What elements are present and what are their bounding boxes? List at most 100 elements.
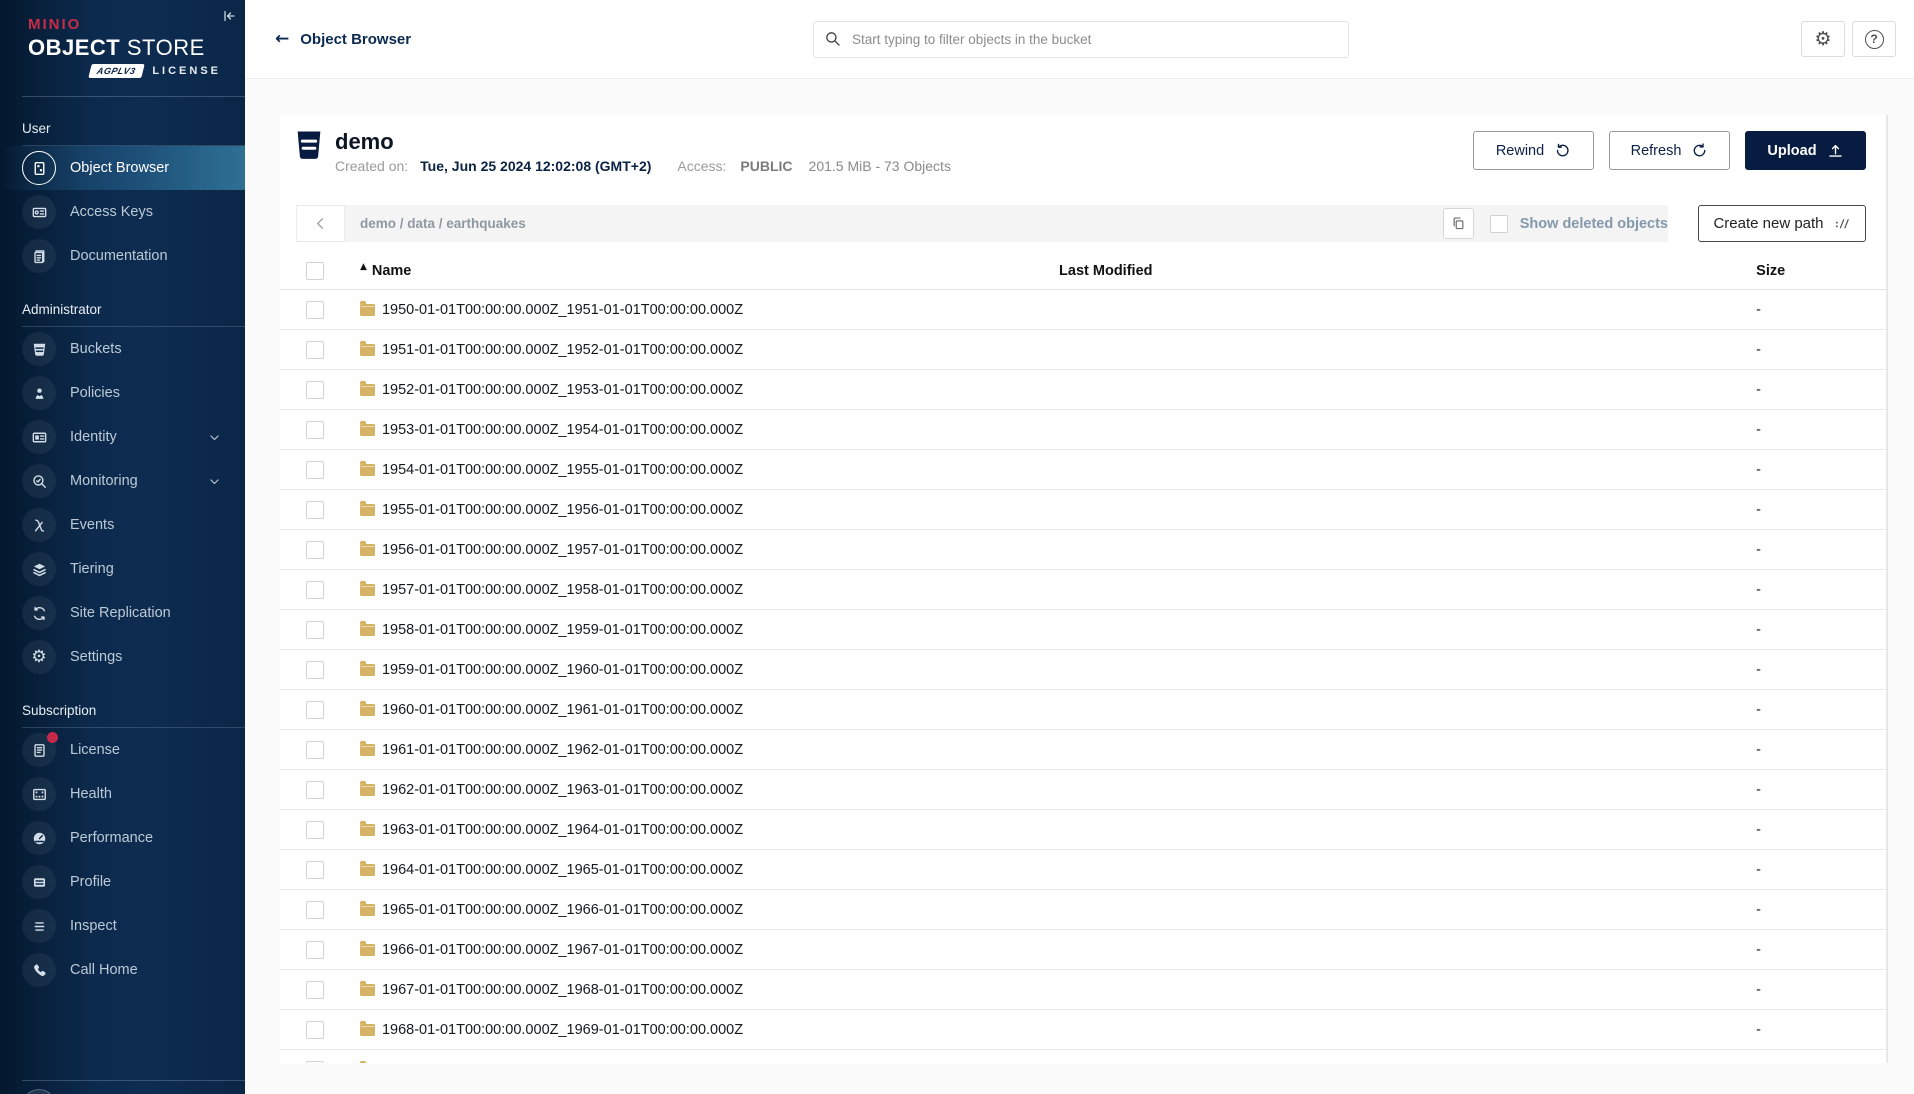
table-row[interactable]: 1951-01-01T00:00:00.000Z_1952-01-01T00:0…	[280, 330, 1886, 370]
policies-icon	[22, 376, 56, 410]
sidebar-item-monitoring[interactable]: Monitoring	[0, 459, 245, 503]
sidebar-item-policies[interactable]: Policies	[0, 371, 245, 415]
table-row[interactable]: 1965-01-01T00:00:00.000Z_1966-01-01T00:0…	[280, 890, 1886, 930]
upload-button[interactable]: Upload	[1745, 131, 1866, 170]
path-back-button[interactable]	[296, 205, 345, 242]
row-checkbox[interactable]	[306, 901, 324, 919]
object-size: -	[1756, 342, 1866, 358]
table-row[interactable]: 1954-01-01T00:00:00.000Z_1955-01-01T00:0…	[280, 450, 1886, 490]
chevron-down-icon	[208, 431, 221, 444]
search-input[interactable]	[813, 21, 1349, 58]
table-row[interactable]: 1964-01-01T00:00:00.000Z_1965-01-01T00:0…	[280, 850, 1886, 890]
health-icon	[22, 777, 56, 811]
column-header-name[interactable]: ▲ Name	[360, 263, 1059, 279]
refresh-button[interactable]: Refresh	[1609, 131, 1730, 170]
bucket-header: demo Created on: Tue, Jun 25 2024 12:02:…	[280, 129, 1886, 191]
sidebar-item-identity[interactable]: Identity	[0, 415, 245, 459]
table-row[interactable]: 1957-01-01T00:00:00.000Z_1958-01-01T00:0…	[280, 570, 1886, 610]
object-size: -	[1756, 902, 1866, 918]
row-checkbox[interactable]	[306, 941, 324, 959]
row-checkbox[interactable]	[306, 421, 324, 439]
sidebar-item-profile[interactable]: Profile	[0, 860, 245, 904]
table-row[interactable]: 1960-01-01T00:00:00.000Z_1961-01-01T00:0…	[280, 690, 1886, 730]
sidebar-item-tiering[interactable]: Tiering	[0, 547, 245, 591]
sidebar-item-license[interactable]: License	[0, 728, 245, 772]
row-checkbox[interactable]	[306, 581, 324, 599]
settings-button[interactable]: ⚙	[1801, 21, 1845, 57]
create-new-path-button[interactable]: Create new path	[1698, 205, 1866, 242]
row-checkbox[interactable]	[306, 701, 324, 719]
show-deleted-checkbox[interactable]	[1490, 215, 1508, 233]
row-checkbox[interactable]	[306, 661, 324, 679]
sidebar-item-health[interactable]: Health	[0, 772, 245, 816]
access-label: Access:	[677, 158, 726, 174]
topbar-actions: ⚙ ?	[1801, 21, 1896, 57]
gear-icon: ⚙	[1814, 30, 1831, 49]
object-size: -	[1756, 462, 1866, 478]
back-to-object-browser[interactable]: ← Object Browser	[275, 31, 411, 48]
sidebar-item-site-replication[interactable]: Site Replication	[0, 591, 245, 635]
row-checkbox[interactable]	[306, 981, 324, 999]
table-row[interactable]: 1952-01-01T00:00:00.000Z_1953-01-01T00:0…	[280, 370, 1886, 410]
folder-icon	[360, 744, 375, 756]
table-row[interactable]: 1959-01-01T00:00:00.000Z_1960-01-01T00:0…	[280, 650, 1886, 690]
object-name: 1969-01-01T00:00:00.000Z_1970-01-01T00:0…	[382, 1062, 743, 1064]
sidebar-item-settings[interactable]: ⚙ Settings	[0, 635, 245, 679]
row-checkbox[interactable]	[306, 381, 324, 399]
column-header-size[interactable]: Size	[1756, 263, 1866, 279]
created-value: Tue, Jun 25 2024 12:02:08 (GMT+2)	[420, 158, 651, 174]
help-button[interactable]: ?	[1852, 21, 1896, 57]
buckets-icon	[22, 332, 56, 366]
table-row[interactable]: 1953-01-01T00:00:00.000Z_1954-01-01T00:0…	[280, 410, 1886, 450]
table-row[interactable]: 1956-01-01T00:00:00.000Z_1957-01-01T00:0…	[280, 530, 1886, 570]
row-checkbox[interactable]	[306, 1061, 324, 1064]
sidebar-item-buckets[interactable]: Buckets	[0, 327, 245, 371]
folder-icon	[360, 424, 375, 436]
table-row[interactable]: 1969-01-01T00:00:00.000Z_1970-01-01T00:0…	[280, 1050, 1886, 1063]
sidebar-item-access-keys[interactable]: Access Keys	[0, 190, 245, 234]
copy-path-button[interactable]	[1443, 208, 1474, 239]
object-name: 1954-01-01T00:00:00.000Z_1955-01-01T00:0…	[382, 462, 743, 478]
agpl-badge: AGPLV3	[88, 64, 144, 78]
sidebar-item-performance[interactable]: Performance	[0, 816, 245, 860]
row-checkbox[interactable]	[306, 861, 324, 879]
folder-icon	[360, 864, 375, 876]
table-row[interactable]: 1967-01-01T00:00:00.000Z_1968-01-01T00:0…	[280, 970, 1886, 1010]
row-checkbox[interactable]	[306, 621, 324, 639]
rewind-button[interactable]: Rewind	[1473, 131, 1594, 170]
row-checkbox[interactable]	[306, 1021, 324, 1039]
row-checkbox[interactable]	[306, 741, 324, 759]
row-checkbox[interactable]	[306, 781, 324, 799]
folder-icon	[360, 624, 375, 636]
row-checkbox[interactable]	[306, 301, 324, 319]
table-row[interactable]: 1968-01-01T00:00:00.000Z_1969-01-01T00:0…	[280, 1010, 1886, 1050]
table-row[interactable]: 1961-01-01T00:00:00.000Z_1962-01-01T00:0…	[280, 730, 1886, 770]
table-row[interactable]: 1958-01-01T00:00:00.000Z_1959-01-01T00:0…	[280, 610, 1886, 650]
row-checkbox[interactable]	[306, 341, 324, 359]
select-all-checkbox[interactable]	[306, 262, 324, 280]
sidebar-item-events[interactable]: Events	[0, 503, 245, 547]
table-row[interactable]: 1966-01-01T00:00:00.000Z_1967-01-01T00:0…	[280, 930, 1886, 970]
sidebar-bottom-icon[interactable]	[22, 1089, 56, 1094]
table-row[interactable]: 1955-01-01T00:00:00.000Z_1956-01-01T00:0…	[280, 490, 1886, 530]
folder-icon	[360, 384, 375, 396]
table-row[interactable]: 1962-01-01T00:00:00.000Z_1963-01-01T00:0…	[280, 770, 1886, 810]
row-checkbox[interactable]	[306, 501, 324, 519]
row-checkbox[interactable]	[306, 541, 324, 559]
object-name: 1962-01-01T00:00:00.000Z_1963-01-01T00:0…	[382, 782, 743, 798]
created-label: Created on:	[335, 158, 408, 174]
row-checkbox[interactable]	[306, 461, 324, 479]
sidebar-item-call-home[interactable]: Call Home	[0, 948, 245, 992]
sidebar-item-inspect[interactable]: Inspect	[0, 904, 245, 948]
column-header-last-modified[interactable]: Last Modified	[1059, 263, 1756, 279]
row-checkbox[interactable]	[306, 821, 324, 839]
folder-icon	[360, 1024, 375, 1036]
topbar: ← Object Browser ⚙ ?	[245, 0, 1914, 79]
tiering-icon	[22, 552, 56, 586]
refresh-icon	[1691, 142, 1708, 159]
sidebar-footer	[0, 1080, 245, 1094]
sidebar-item-documentation[interactable]: Documentation	[0, 234, 245, 278]
table-row[interactable]: 1963-01-01T00:00:00.000Z_1964-01-01T00:0…	[280, 810, 1886, 850]
table-row[interactable]: 1950-01-01T00:00:00.000Z_1951-01-01T00:0…	[280, 290, 1886, 330]
sidebar-item-object-browser[interactable]: Object Browser	[0, 146, 245, 190]
